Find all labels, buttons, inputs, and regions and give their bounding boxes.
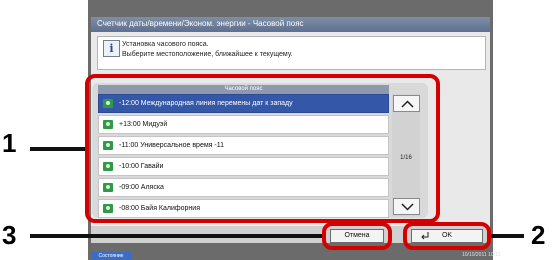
dialog-title: Счетчик даты/времени/Эконом. энергии - Ч… (97, 19, 304, 28)
callout-number-2: 2 (531, 220, 546, 250)
callout-number-1: 1 (2, 128, 17, 158)
info-line-1: Установка часового пояса. (122, 41, 209, 48)
callout-number-3: 3 (2, 220, 17, 250)
status-button[interactable]: Состояние (91, 252, 131, 260)
callout-frame-ok (403, 222, 491, 250)
callout-frame-cancel (322, 222, 392, 250)
callout-line-1 (30, 147, 85, 151)
info-line-2: Выберите местоположение, ближайшее к тек… (122, 51, 293, 58)
callout-line-2 (491, 234, 524, 238)
clock: 10/10/2011 10:10 (462, 252, 501, 258)
callout-frame-list (85, 74, 440, 223)
dialog-titlebar: Счетчик даты/времени/Эконом. энергии - Ч… (91, 17, 490, 32)
info-icon: i (103, 40, 120, 57)
callout-line-3 (30, 234, 322, 238)
info-message: i Установка часового пояса. Выберите мес… (97, 36, 486, 70)
